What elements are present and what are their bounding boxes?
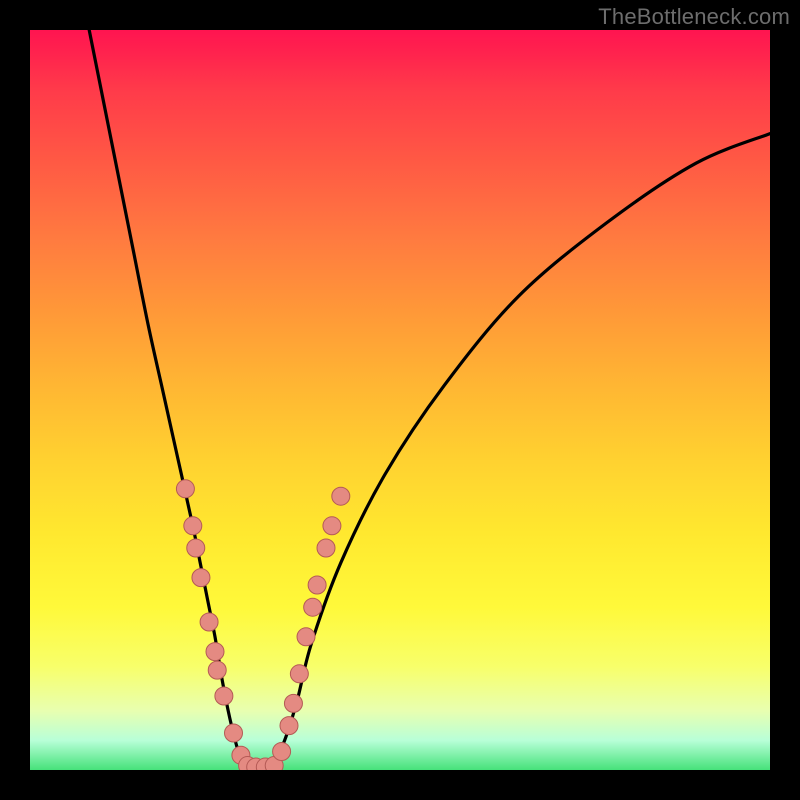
data-marker	[280, 717, 298, 735]
data-marker	[184, 517, 202, 535]
data-marker	[323, 517, 341, 535]
data-marker	[200, 613, 218, 631]
data-marker	[176, 480, 194, 498]
curve-layer	[30, 30, 770, 770]
data-marker	[208, 661, 226, 679]
data-marker	[273, 743, 291, 761]
plot-area	[30, 30, 770, 770]
data-marker	[304, 598, 322, 616]
marker-group	[176, 480, 349, 770]
data-marker	[187, 539, 205, 557]
data-marker	[308, 576, 326, 594]
data-marker	[290, 665, 308, 683]
data-marker	[284, 694, 302, 712]
data-marker	[317, 539, 335, 557]
chart-frame: TheBottleneck.com	[0, 0, 800, 800]
data-marker	[332, 487, 350, 505]
data-marker	[206, 643, 224, 661]
data-marker	[297, 628, 315, 646]
data-marker	[215, 687, 233, 705]
watermark-text: TheBottleneck.com	[598, 4, 790, 30]
bottleneck-curve	[89, 30, 770, 770]
data-marker	[192, 569, 210, 587]
data-marker	[225, 724, 243, 742]
